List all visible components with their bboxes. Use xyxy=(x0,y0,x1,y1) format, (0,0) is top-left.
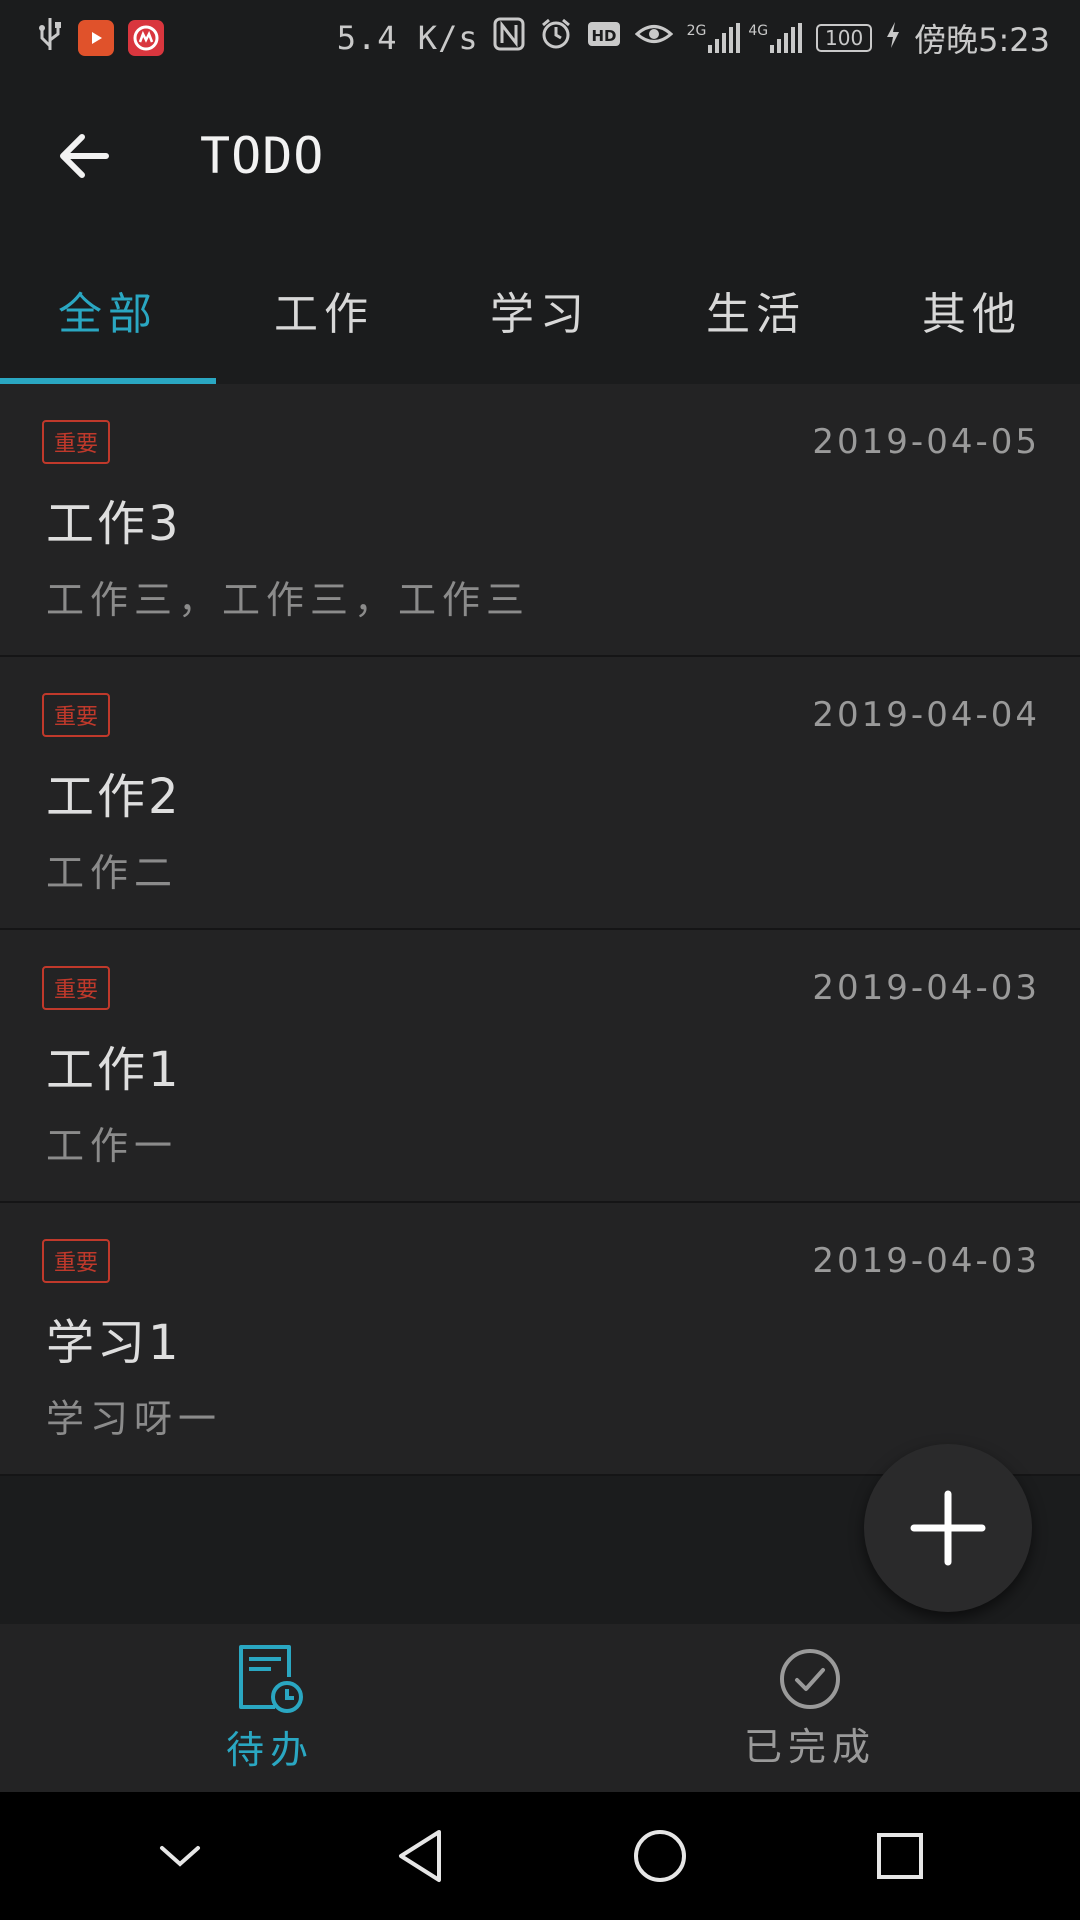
item-title: 工作1 xyxy=(46,1042,182,1098)
tab-other[interactable]: 其他 xyxy=(864,236,1080,384)
recents-square-icon xyxy=(877,1833,923,1879)
bank-app-icon xyxy=(128,20,164,56)
nfc-icon xyxy=(493,17,525,59)
item-date: 2019-04-03 xyxy=(812,968,1040,1008)
add-todo-button[interactable] xyxy=(864,1444,1032,1612)
check-circle-icon xyxy=(780,1648,840,1709)
important-badge: 重要 xyxy=(42,420,110,464)
tab-life[interactable]: 生活 xyxy=(648,236,864,384)
list-item[interactable]: 重要 2019-04-05 工作3 工作三，工作三，工作三 xyxy=(0,384,1080,657)
system-back-button[interactable] xyxy=(375,1811,465,1901)
signal-2g-label: 2G xyxy=(686,23,707,39)
eye-icon xyxy=(634,19,673,57)
item-title: 学习1 xyxy=(46,1315,182,1371)
nav-completed-label: 已完成 xyxy=(743,1724,876,1769)
chevron-down-icon xyxy=(160,1846,200,1867)
list-item[interactable]: 重要 2019-04-03 工作1 工作一 xyxy=(0,930,1080,1203)
list-item[interactable]: 重要 2019-04-04 工作2 工作二 xyxy=(0,657,1080,930)
tab-work[interactable]: 工作 xyxy=(216,236,432,384)
item-title: 工作3 xyxy=(46,496,182,552)
category-tabs: 全部 工作 学习 生活 其他 xyxy=(0,236,1080,384)
important-badge: 重要 xyxy=(42,966,110,1010)
hd-icon: HD xyxy=(587,19,621,57)
signal-icon: 2G 4G xyxy=(687,23,803,53)
nav-completed[interactable]: 已完成 xyxy=(540,1624,1080,1792)
back-triangle-icon xyxy=(399,1830,441,1882)
screen: 5.4 K/s HD 2G 4G 100 傍晚5:23 TODO 全部 工作 学… xyxy=(0,0,1080,1920)
tab-study[interactable]: 学习 xyxy=(432,236,648,384)
battery-icon: 100 xyxy=(816,24,873,52)
tab-all[interactable]: 全部 xyxy=(0,236,216,384)
status-bar: 5.4 K/s HD 2G 4G 100 傍晚5:23 xyxy=(0,0,1080,76)
nav-todo-label: 待办 xyxy=(225,1727,314,1772)
important-badge: 重要 xyxy=(42,1239,110,1283)
svg-text:HD: HD xyxy=(591,27,616,45)
clock: 傍晚5:23 xyxy=(914,21,1050,59)
item-description: 学习呀一 xyxy=(46,1397,223,1441)
item-date: 2019-04-04 xyxy=(812,695,1040,735)
item-description: 工作三，工作三，工作三 xyxy=(46,578,531,622)
signal-bars-1 xyxy=(708,23,741,53)
important-badge: 重要 xyxy=(42,693,110,737)
nav-todo[interactable]: 待办 xyxy=(0,1624,540,1792)
back-button[interactable] xyxy=(34,106,134,206)
signal-4g-label: 4G xyxy=(748,23,769,39)
todo-clock-icon xyxy=(239,1644,303,1713)
charging-icon xyxy=(886,19,900,57)
net-speed: 5.4 K/s xyxy=(336,19,479,57)
video-app-icon xyxy=(78,20,114,56)
status-right: 5.4 K/s HD 2G 4G 100 傍晚5:23 xyxy=(337,15,1050,61)
item-title: 工作2 xyxy=(46,769,182,825)
bottom-nav: 待办 已完成 xyxy=(0,1624,1080,1792)
item-description: 工作二 xyxy=(46,851,179,895)
hide-keyboard-button[interactable] xyxy=(135,1811,225,1901)
signal-bars-2 xyxy=(770,23,803,53)
system-home-button[interactable] xyxy=(615,1811,705,1901)
item-date: 2019-04-05 xyxy=(812,422,1040,462)
battery-level: 100 xyxy=(825,26,864,50)
page-title: TODO xyxy=(200,127,325,185)
usb-icon xyxy=(36,16,64,60)
plus-icon xyxy=(910,1490,986,1566)
alarm-icon xyxy=(539,17,573,59)
arrow-left-icon xyxy=(60,134,109,178)
system-nav-bar xyxy=(0,1792,1080,1920)
system-recents-button[interactable] xyxy=(855,1811,945,1901)
app-bar: TODO xyxy=(0,76,1080,236)
list-item[interactable]: 重要 2019-04-03 学习1 学习呀一 xyxy=(0,1203,1080,1476)
home-circle-icon xyxy=(634,1830,686,1882)
item-description: 工作一 xyxy=(46,1124,179,1168)
todo-list: 重要 2019-04-05 工作3 工作三，工作三，工作三 重要 2019-04… xyxy=(0,384,1080,1476)
status-left xyxy=(36,16,164,60)
item-date: 2019-04-03 xyxy=(812,1241,1040,1281)
